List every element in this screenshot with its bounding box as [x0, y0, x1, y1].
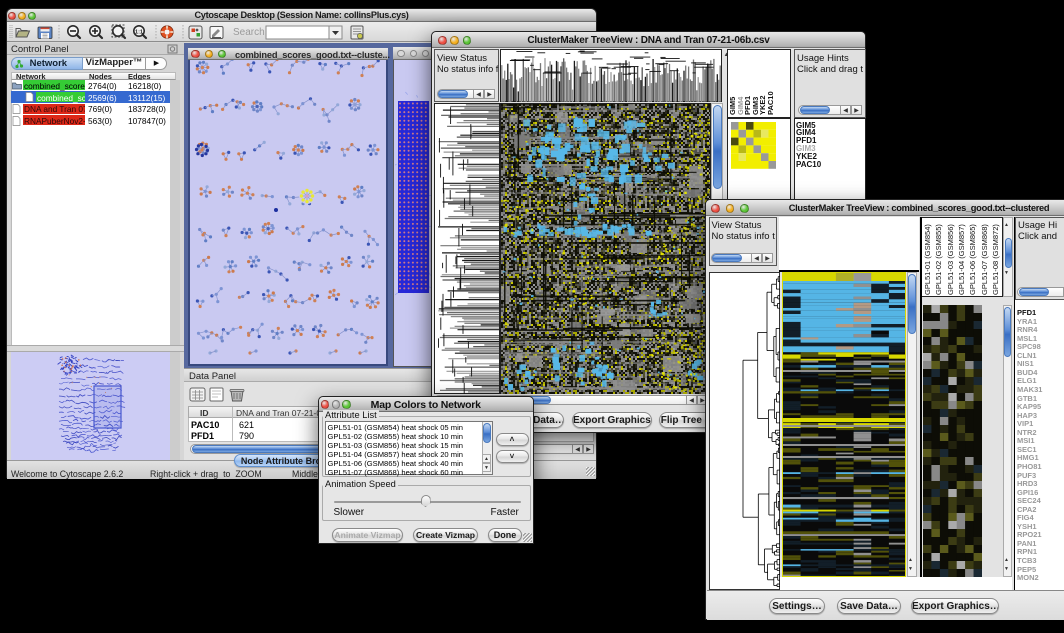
svg-text:Search:: Search:	[233, 27, 267, 38]
svg-text:1:1: 1:1	[135, 30, 143, 36]
